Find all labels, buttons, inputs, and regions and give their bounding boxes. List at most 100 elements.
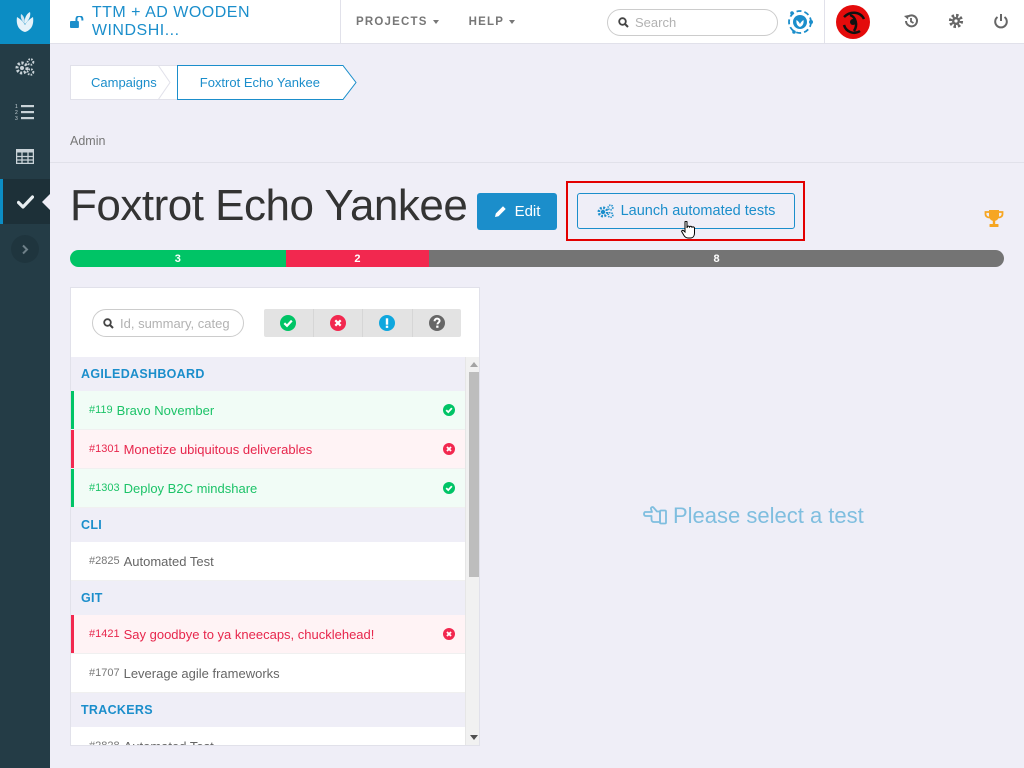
progress-passed-count: 3 xyxy=(174,252,181,265)
test-list-scrollbar[interactable] xyxy=(465,357,479,745)
gear-icon xyxy=(948,13,964,29)
times-circle-icon xyxy=(329,315,346,331)
campaign-progress-bar: 3 2 8 xyxy=(70,250,1004,267)
project-title-link[interactable]: TTM + AD WOODEN WINDSHI... xyxy=(50,0,341,44)
launch-label: Launch automated tests xyxy=(620,203,776,219)
test-id: #2825 xyxy=(89,555,120,567)
top-navbar: TTM + AD WOODEN WINDSHI... PROJECTS HELP xyxy=(50,0,1024,44)
breadcrumb: Campaigns Foxtrot Echo Yankee xyxy=(70,65,357,100)
nav-help-label: HELP xyxy=(468,15,505,28)
test-summary: Monetize ubiquitous deliverables xyxy=(123,441,313,457)
filter-notrun-button[interactable] xyxy=(413,309,462,337)
times-circle-icon xyxy=(443,628,455,640)
test-summary: Deploy B2C mindshare xyxy=(123,480,258,496)
test-item[interactable]: #2825 Automated Test xyxy=(71,542,465,581)
test-summary: Automated Test xyxy=(123,553,214,569)
tuleap-logo[interactable] xyxy=(0,0,50,44)
test-filter-search[interactable] xyxy=(92,309,244,337)
filter-passed-button[interactable] xyxy=(264,309,314,337)
sidebar-item-backlog[interactable]: 1 2 3 xyxy=(0,89,50,134)
times-circle-icon xyxy=(443,443,455,455)
sidebar-item-trackers[interactable] xyxy=(0,134,50,179)
table-icon xyxy=(16,149,34,164)
caret-down-icon xyxy=(509,19,516,24)
chevron-right-icon xyxy=(22,244,29,254)
nav-projects-dropdown[interactable]: PROJECTS xyxy=(341,0,454,44)
breadcrumb-separator xyxy=(176,65,178,100)
nav-help-dropdown[interactable]: HELP xyxy=(454,0,530,44)
test-summary: Say goodbye to ya kneecaps, chucklehead! xyxy=(123,626,375,642)
tlp-switch-button[interactable] xyxy=(786,8,814,41)
breadcrumb-campaigns-label: Campaigns xyxy=(91,75,157,90)
edit-label: Edit xyxy=(514,203,541,220)
test-list: AGILEDASHBOARD #119 Bravo November #1301… xyxy=(71,357,465,746)
test-id: #2828 xyxy=(89,740,120,746)
scroll-down-arrow[interactable] xyxy=(470,735,478,740)
category-header: CLI xyxy=(71,508,465,542)
filter-blocked-button[interactable] xyxy=(363,309,413,337)
breadcrumb-current-label: Foxtrot Echo Yankee xyxy=(199,75,320,90)
check-circle-icon xyxy=(280,315,297,331)
search-input[interactable] xyxy=(635,15,765,30)
progress-failed-count: 2 xyxy=(354,252,361,265)
hand-pointing-left-icon xyxy=(643,506,667,525)
nav-projects-label: PROJECTS xyxy=(356,15,428,28)
check-icon xyxy=(16,194,34,209)
test-id: #1303 xyxy=(89,482,120,494)
unlock-icon xyxy=(70,15,84,28)
sidebar-item-admin[interactable] xyxy=(0,44,50,89)
test-summary: Bravo November xyxy=(116,402,215,418)
tuleap-logo-icon xyxy=(16,12,34,32)
empty-state-text: Please select a test xyxy=(673,503,864,528)
test-id: #1421 xyxy=(89,628,120,640)
test-item[interactable]: #1421 Say goodbye to ya kneecaps, chuckl… xyxy=(71,615,465,654)
test-item[interactable]: #1707 Leverage agile frameworks xyxy=(71,654,465,693)
divider xyxy=(824,0,825,44)
sidebar-item-testmanagement[interactable] xyxy=(0,179,50,224)
gears-icon xyxy=(597,204,614,218)
test-item[interactable]: #119 Bravo November xyxy=(71,391,465,430)
ordered-list-icon: 1 2 3 xyxy=(15,104,34,121)
breadcrumb-current-campaign[interactable]: Foxtrot Echo Yankee xyxy=(176,65,357,100)
sidebar-expand-button[interactable] xyxy=(0,224,50,274)
test-list-panel: AGILEDASHBOARD #119 Bravo November #1301… xyxy=(70,287,480,746)
global-search[interactable] xyxy=(607,9,778,36)
campaign-title: Foxtrot Echo Yankee xyxy=(70,181,468,230)
project-name: TTM + AD WOODEN WINDSHI... xyxy=(91,3,251,39)
settings-button[interactable] xyxy=(948,13,964,34)
progress-passed: 3 xyxy=(70,250,286,267)
question-circle-icon xyxy=(428,315,445,331)
admin-link[interactable]: Admin xyxy=(70,134,105,148)
test-id: #1301 xyxy=(89,443,120,455)
test-item[interactable]: #1301 Monetize ubiquitous deliverables xyxy=(71,430,465,469)
logout-button[interactable] xyxy=(993,13,1009,34)
check-circle-icon xyxy=(443,482,455,494)
category-header: AGILEDASHBOARD xyxy=(71,357,465,391)
scroll-up-arrow[interactable] xyxy=(470,362,478,367)
filter-failed-button[interactable] xyxy=(314,309,363,337)
test-summary: Automated Test xyxy=(123,738,214,746)
test-filter-input[interactable] xyxy=(120,315,230,331)
caret-down-icon xyxy=(432,19,439,24)
status-filter-group xyxy=(264,309,461,337)
test-item[interactable]: #1303 Deploy B2C mindshare xyxy=(71,469,465,508)
power-icon xyxy=(994,14,1008,29)
empty-state: Please select a test xyxy=(643,503,864,529)
scroll-thumb[interactable] xyxy=(469,372,479,577)
category-header: GIT xyxy=(71,581,465,615)
history-button[interactable] xyxy=(903,13,919,34)
test-summary: Leverage agile frameworks xyxy=(123,665,280,681)
test-id: #1707 xyxy=(89,667,120,679)
divider xyxy=(50,162,1024,163)
search-icon xyxy=(618,17,629,28)
user-avatar[interactable] xyxy=(836,5,870,39)
category-header: TRACKERS xyxy=(71,693,465,727)
edit-campaign-button[interactable]: Edit xyxy=(477,193,557,230)
gears-icon xyxy=(15,57,35,76)
hand-cursor-icon xyxy=(681,221,695,239)
test-item[interactable]: #2828 Automated Test xyxy=(71,727,465,746)
progress-failed: 2 xyxy=(285,250,430,267)
check-circle-icon xyxy=(443,404,455,416)
exclamation-circle-icon xyxy=(379,315,396,331)
svg-text:3: 3 xyxy=(15,116,18,121)
